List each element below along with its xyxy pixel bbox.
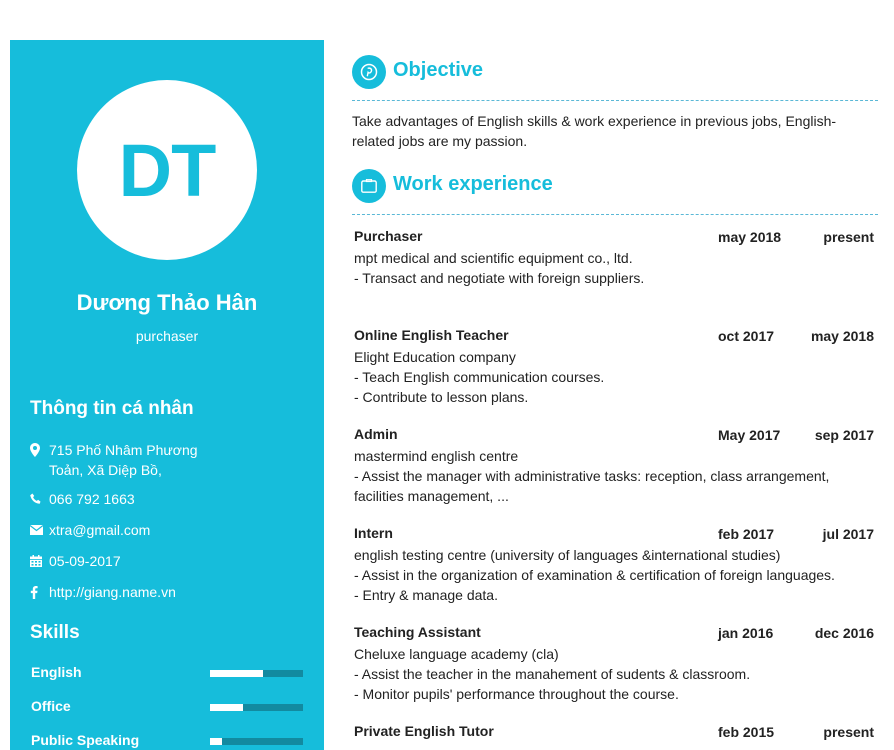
skill-bar-fill (210, 670, 263, 677)
job-title: Purchaser (354, 228, 423, 244)
objective-heading: Objective (352, 55, 878, 101)
job-start-date: jan 2016 (718, 625, 774, 641)
pinterest-icon (352, 55, 386, 89)
skill-label: English (31, 664, 82, 680)
job-title: Private English Tutor (354, 723, 494, 739)
job-end-date: jul 2017 (822, 526, 874, 542)
address-line-2: Toản, Xã Diệp Bồ, (49, 462, 162, 478)
resume-page: DT Dương Thảo Hân purchaser Thông tin cá… (0, 0, 894, 750)
work-title: Work experience (393, 173, 553, 195)
skill-public-speaking: Public Speaking (31, 732, 307, 750)
calendar-icon (30, 551, 49, 571)
skill-label: Office (31, 698, 71, 714)
personal-info-title: Thông tin cá nhân (30, 398, 194, 419)
job-end-date: present (823, 724, 874, 740)
job-title: Online English Teacher (354, 327, 509, 343)
job-start-date: feb 2017 (718, 526, 775, 542)
profile-role: purchaser (135, 328, 199, 344)
skill-office: Office (31, 698, 307, 718)
phone-number: 066 792 1663 (49, 491, 135, 507)
job-entry: Purchaser may 2018 present mpt medical a… (354, 228, 874, 288)
job-duty: - Contribute to lesson plans. (354, 389, 529, 405)
email-address[interactable]: xtra@gmail.com (49, 520, 219, 540)
job-end-date: dec 2016 (814, 625, 874, 641)
skills-title: Skills (30, 622, 80, 643)
job-title: Intern (354, 525, 393, 541)
job-end-date: present (823, 229, 874, 245)
skill-bar-fill (210, 738, 223, 745)
job-entry: Private English Tutor feb 2015 present (354, 723, 874, 743)
job-entry: Teaching Assistant jan 2016 dec 2016 Che… (354, 624, 874, 704)
job-company: mastermind english centre (354, 448, 519, 464)
skill-bar-fill (210, 704, 243, 711)
phone-icon (30, 489, 49, 509)
job-company: english testing centre (university of la… (354, 547, 781, 563)
birth-date: 05-09-2017 (49, 553, 121, 569)
website-link[interactable]: http://giang.name.vn (49, 582, 219, 602)
job-duty: - Assist the teacher in the manahement o… (354, 666, 751, 682)
job-end-date: may 2018 (810, 328, 874, 344)
objective-title: Objective (393, 59, 484, 81)
skill-english: English (31, 664, 307, 684)
job-title: Teaching Assistant (354, 624, 481, 640)
skill-bar-track (210, 704, 303, 711)
job-start-date: may 2018 (718, 229, 782, 245)
job-duty: - Assist in the organization of examinat… (354, 567, 835, 583)
avatar-initials: DT (118, 128, 217, 212)
job-duty: - Transact and negotiate with foreign su… (354, 270, 645, 286)
main-content: Objective Take advantages of English ski… (352, 0, 878, 750)
contact-email: xtra@gmail.com (30, 520, 310, 540)
contact-website: http://giang.name.vn (30, 582, 310, 602)
work-heading: Work experience (352, 169, 878, 215)
job-company: Cheluxe language academy (cla) (354, 646, 559, 662)
job-duty: - Monitor pupils' performance throughout… (354, 686, 679, 702)
job-end-date: sep 2017 (814, 427, 874, 443)
job-title: Admin (354, 426, 398, 442)
job-duty: - Assist the manager with administrative… (354, 468, 830, 504)
contact-birthday: 05-09-2017 (30, 551, 310, 571)
job-entry: Intern feb 2017 jul 2017 english testing… (354, 525, 874, 605)
job-start-date: oct 2017 (718, 328, 775, 344)
sidebar: DT Dương Thảo Hân purchaser Thông tin cá… (10, 40, 324, 750)
skill-bar-track (210, 738, 303, 745)
briefcase-icon (352, 169, 386, 203)
avatar: DT (77, 80, 257, 260)
job-company: Elight Education company (354, 349, 516, 365)
job-start-date: feb 2015 (718, 724, 775, 740)
profile-name: Dương Thảo Hân (76, 290, 258, 315)
job-duty: - Entry & manage data. (354, 587, 498, 603)
job-duty: - Teach English communication courses. (354, 369, 605, 385)
skill-bar-track (210, 670, 303, 677)
skill-label: Public Speaking (31, 732, 140, 748)
contact-phone: 066 792 1663 (30, 489, 310, 509)
job-start-date: May 2017 (718, 427, 781, 443)
job-company: mpt medical and scientific equipment co.… (354, 250, 633, 266)
map-marker-icon (30, 440, 49, 460)
contact-address: 715 Phố Nhâm Phương Toản, Xã Diệp Bồ, (30, 440, 310, 480)
job-entry: Admin May 2017 sep 2017 mastermind engli… (354, 426, 874, 506)
address-line-1: 715 Phố Nhâm Phương (49, 442, 198, 458)
objective-text: Take advantages of English skills & work… (352, 113, 837, 149)
job-entry: Online English Teacher oct 2017 may 2018… (354, 327, 874, 407)
envelope-icon (30, 520, 49, 540)
facebook-icon (30, 582, 49, 602)
